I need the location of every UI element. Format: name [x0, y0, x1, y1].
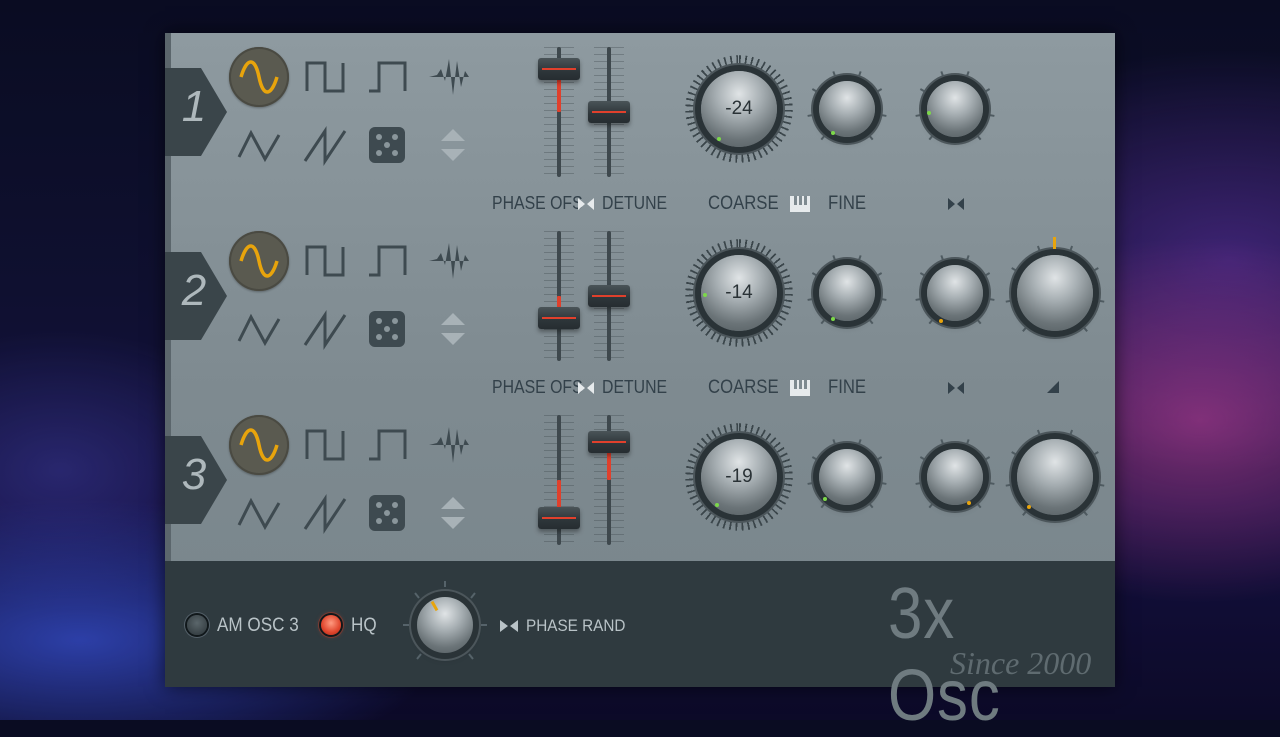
am-osc3-led[interactable] [187, 615, 207, 635]
wave-pulse-icon[interactable] [357, 47, 417, 107]
coarse-value: -14 [725, 282, 753, 303]
volume-indicator-dot [1027, 505, 1031, 509]
coarse-value: -19 [725, 466, 753, 487]
volume-knob[interactable] [1017, 439, 1093, 515]
detune-fader[interactable] [588, 431, 630, 454]
coarse-indicator [703, 293, 707, 297]
coarse-value: -24 [725, 98, 753, 119]
wave-saw-icon[interactable] [295, 299, 355, 359]
bow-tie-icon [948, 198, 964, 210]
wave-sine-icon[interactable] [229, 47, 289, 107]
hq-led[interactable] [321, 615, 341, 635]
wave-random-dice-icon[interactable] [357, 299, 417, 359]
wave-square-icon[interactable] [295, 231, 355, 291]
coarse-indicator [717, 137, 721, 141]
wave-saw-icon[interactable] [295, 483, 355, 543]
wave-noise-shape-icon[interactable] [423, 231, 483, 291]
coarse-indicator [715, 503, 719, 507]
fine-label: FINE [828, 377, 867, 398]
piano-keys-icon [790, 380, 810, 396]
phase-ofs-fader[interactable] [538, 306, 580, 329]
fine-knob[interactable] [819, 81, 875, 137]
osc-number: 2 [181, 266, 207, 315]
osc-number: 1 [181, 82, 207, 131]
wave-sine-icon[interactable] [229, 415, 289, 475]
wave-triangle-icon[interactable] [229, 483, 289, 543]
hq-label: HQ [351, 615, 377, 636]
fine-indicator [823, 497, 827, 501]
detune-label: DETUNE [602, 193, 668, 213]
stereo-knob[interactable] [927, 81, 983, 137]
fine-indicator [831, 131, 835, 135]
stereo-knob[interactable] [927, 265, 983, 321]
osc-row-2: 2 PHASE OFS DETUNE -14 COARSE FINE [165, 217, 1115, 401]
fine-knob[interactable] [819, 449, 875, 505]
detune-fader[interactable] [588, 101, 630, 123]
bow-tie-icon [578, 382, 594, 394]
detune-label: DETUNE [602, 377, 668, 397]
coarse-label: COARSE [708, 193, 779, 214]
osc-row-1: 1 PHASE OFS DETUNE -24 COARSE FINE [165, 33, 1115, 217]
coarse-label: COARSE [708, 377, 779, 398]
stereo-indicator [967, 501, 971, 505]
wave-custom-updown-icon[interactable] [423, 115, 483, 175]
wave-random-dice-icon[interactable] [357, 115, 417, 175]
wave-custom-updown-icon[interactable] [423, 483, 483, 543]
wave-square-icon[interactable] [295, 47, 355, 107]
osc-tab: 3 [165, 436, 227, 524]
phase-ofs-label: PHASE OFS [492, 377, 583, 397]
wave-random-dice-icon[interactable] [357, 483, 417, 543]
coarse-knob[interactable]: -14 [701, 255, 777, 331]
piano-keys-icon [790, 196, 810, 212]
detune-fader[interactable] [588, 285, 630, 307]
volume-knob[interactable] [1017, 255, 1093, 331]
wave-noise-shape-icon[interactable] [423, 47, 483, 107]
phase-rand-label: PHASE RAND [526, 616, 626, 635]
wave-pulse-icon[interactable] [357, 415, 417, 475]
volume-indicator [1053, 237, 1056, 249]
wave-noise-shape-icon[interactable] [423, 415, 483, 475]
bow-tie-icon [948, 382, 964, 394]
triangle-icon [1047, 381, 1059, 393]
wave-triangle-icon[interactable] [229, 115, 289, 175]
phase-ofs-label: PHASE OFS [492, 193, 583, 213]
osc-tab: 1 [165, 68, 227, 156]
bow-tie-icon [500, 620, 518, 632]
phase-rand-knob[interactable] [417, 597, 473, 653]
wave-sine-icon[interactable] [229, 231, 289, 291]
wave-saw-icon[interactable] [295, 115, 355, 175]
phase-ofs-fader[interactable] [538, 506, 580, 529]
am-osc3-label: AM OSC 3 [217, 615, 299, 636]
fine-indicator [831, 317, 835, 321]
phase-ofs-fader[interactable] [538, 57, 580, 80]
wave-pulse-icon[interactable] [357, 231, 417, 291]
coarse-knob[interactable]: -24 [701, 71, 777, 147]
wave-square-icon[interactable] [295, 415, 355, 475]
wave-triangle-icon[interactable] [229, 299, 289, 359]
logo-subtitle: Since 2000 [950, 645, 1092, 681]
osc-row-3: 3PHASE OFSDETUNE-19COARSEFINE [165, 401, 1115, 585]
fine-label: FINE [828, 193, 867, 214]
bow-tie-icon [578, 198, 594, 210]
3x-osc-plugin: 1 PHASE OFS DETUNE -24 COARSE FINE 2 PHASE OFS D… [165, 33, 1115, 736]
coarse-knob[interactable]: -19 [701, 439, 777, 515]
wave-custom-updown-icon[interactable] [423, 299, 483, 359]
osc-number: 3 [181, 450, 207, 499]
bottom-bar: AM OSC 3 HQ PHASE RAND 3x Osc Since 2000 [165, 561, 1115, 736]
osc-tab: 2 [165, 252, 227, 340]
stereo-indicator [939, 319, 943, 323]
fine-knob[interactable] [819, 265, 875, 321]
stereo-indicator [927, 111, 931, 115]
stereo-knob[interactable] [927, 449, 983, 505]
